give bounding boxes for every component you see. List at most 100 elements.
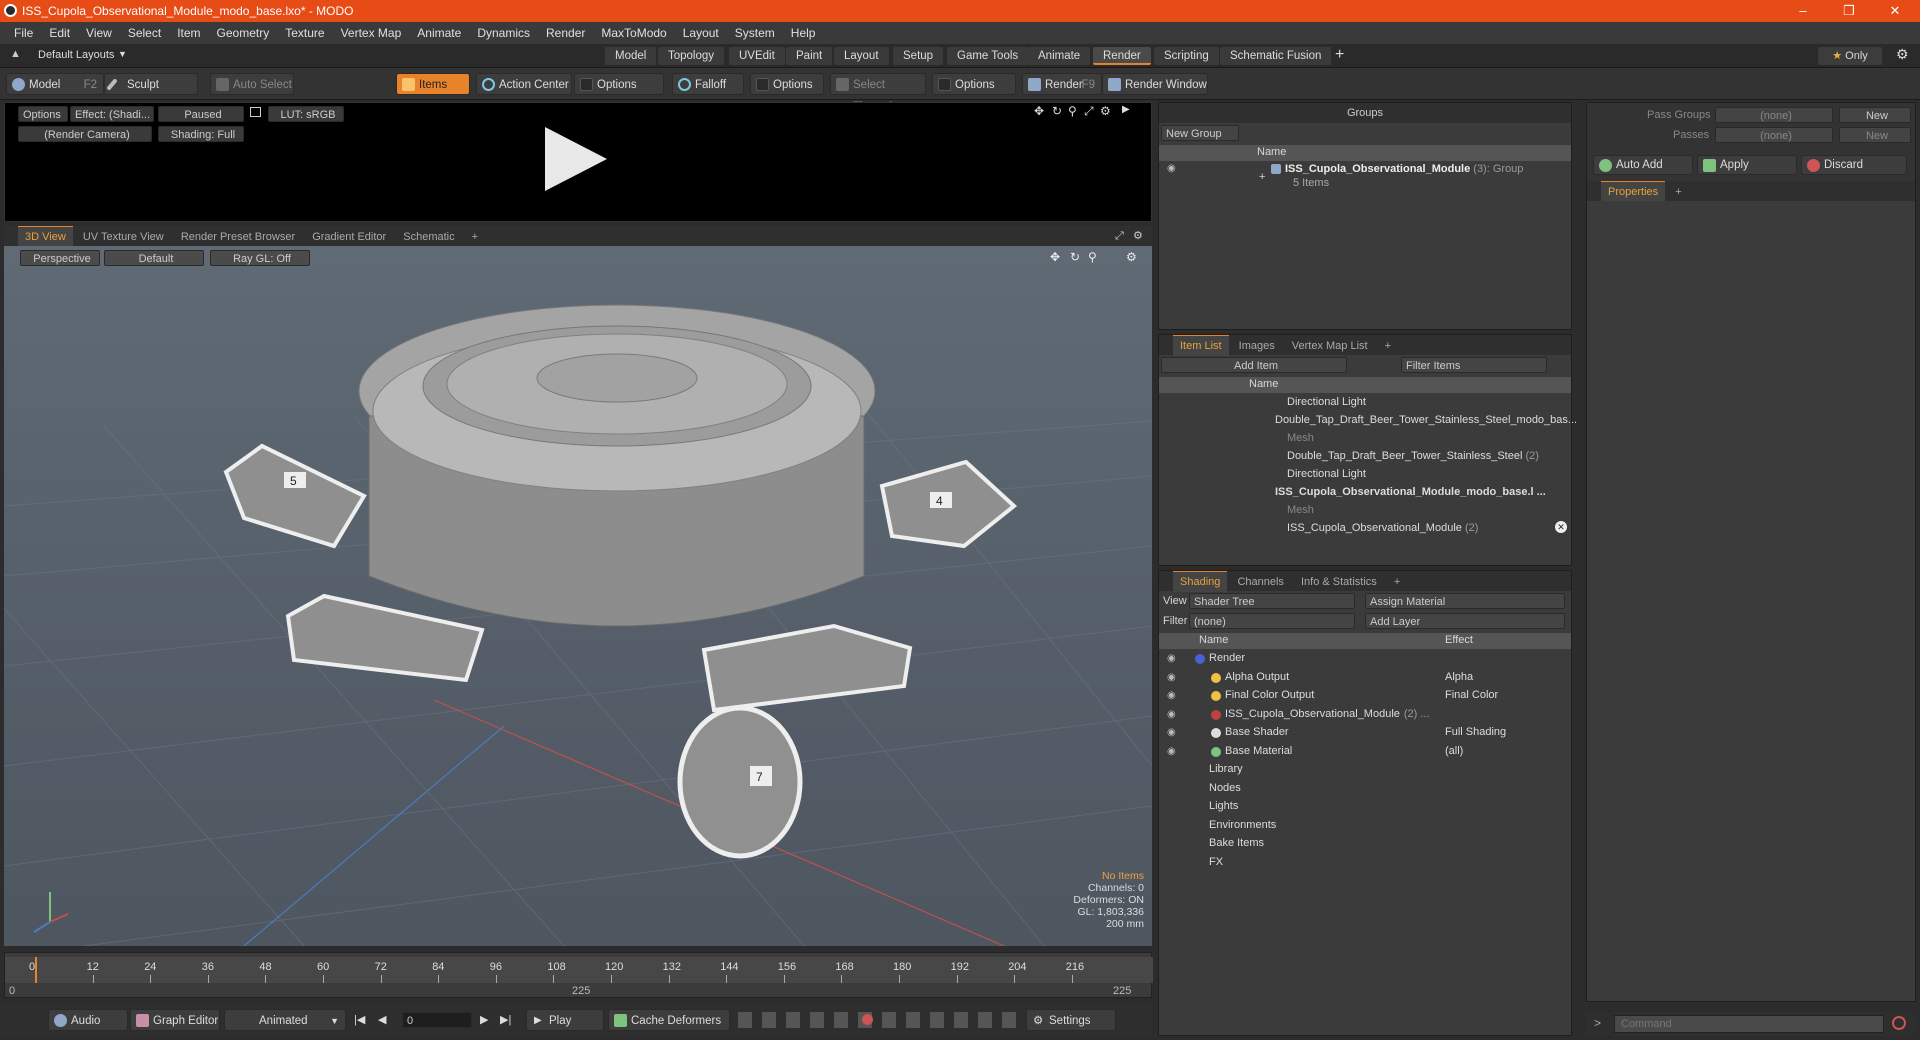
frame-input[interactable]: 0 [402,1012,472,1028]
ray-gl-dropdown[interactable]: Ray GL: Off [210,250,310,266]
list-item[interactable]: Double_Tap_Draft_Beer_Tower_Stainless_St… [1275,413,1577,428]
menu-layout[interactable]: Layout [675,26,727,40]
tab-vertex-map-list[interactable]: Vertex Map List [1285,336,1375,356]
shader-tree-row[interactable]: Final Color Output [1225,688,1314,703]
tab-images[interactable]: Images [1232,336,1282,356]
add-layer-dropdown[interactable]: Add Layer [1365,613,1565,629]
remove-item-icon[interactable]: ✕ [1555,521,1567,533]
gear-icon[interactable]: ⚙ [1896,46,1909,63]
viewport-pan-icon[interactable]: ✥ [1050,250,1060,264]
tab-info-statistics[interactable]: Info & Statistics [1294,572,1384,592]
visibility-eye-icon[interactable]: ◉ [1167,727,1176,738]
shader-tree-row[interactable]: Base Shader [1225,725,1289,740]
options-button-1[interactable]: Options [574,73,664,95]
tab-render-preset-browser[interactable]: Render Preset Browser [174,227,302,247]
visibility-eye-icon[interactable]: ◉ [1167,690,1176,701]
preview-effect-dropdown[interactable]: Effect: (Shadi... [70,106,154,122]
auto-select-button[interactable]: Auto Select [210,73,294,95]
settings-button[interactable]: ⚙ Settings [1026,1009,1116,1031]
shader-tree-row[interactable]: Alpha Output [1225,670,1289,685]
tab-schematic-fusion[interactable]: Schematic Fusion [1220,47,1332,65]
restore-icon[interactable]: ❐ [1826,0,1872,22]
graph-editor-button[interactable]: Graph Editor [130,1009,220,1031]
tab-item-list[interactable]: Item List [1173,335,1229,356]
preview-options-button[interactable]: Options [18,106,68,122]
new-pass-button[interactable]: New [1839,127,1911,143]
visibility-eye-icon[interactable]: ◉ [1167,746,1176,757]
list-item[interactable]: ISS_Cupola_Observational_Module (2) [1287,521,1478,536]
visibility-eye-icon[interactable]: ◉ [1167,672,1176,683]
shader-tree-row[interactable]: Environments [1209,818,1276,833]
shader-tree-row[interactable]: Render [1209,651,1245,666]
first-frame-icon[interactable]: |◀ [354,1013,365,1026]
lut-dropdown[interactable]: LUT: sRGB [268,106,344,122]
shader-tree-row[interactable]: Nodes [1209,781,1241,796]
tab-channels[interactable]: Channels [1230,572,1290,592]
menu-vertex-map[interactable]: Vertex Map [333,26,410,40]
preview-arrow-icon[interactable]: ▶ [1122,104,1130,115]
visibility-eye-icon[interactable]: ◉ [1167,653,1176,664]
filter-items-input[interactable]: Filter Items [1401,357,1547,373]
add-list-tab-icon[interactable]: + [1378,336,1398,356]
preview-paused-button[interactable]: Paused [158,106,244,122]
menu-select[interactable]: Select [120,26,169,40]
close-icon[interactable]: ✕ [1872,0,1918,22]
menu-view[interactable]: View [78,26,120,40]
default-dropdown[interactable]: Default [104,250,204,266]
add-item-dropdown[interactable]: Add Item [1161,357,1347,373]
tab-game-tools[interactable]: Game Tools [947,47,1029,65]
add-tab-icon[interactable]: + [1335,46,1344,64]
tab-setup[interactable]: Setup [893,47,944,65]
layout-up-icon[interactable]: ▲ [10,48,21,60]
render-camera-dropdown[interactable]: (Render Camera) [18,126,152,142]
view-gear-icon[interactable]: ⚙ [1126,226,1150,246]
apply-button[interactable]: Apply [1697,155,1797,175]
prev-frame-icon[interactable]: ◀ [378,1013,386,1026]
tab-topology[interactable]: Topology [658,47,725,65]
list-item[interactable]: Mesh [1287,503,1314,518]
sculpt-button[interactable]: Sculpt [104,73,198,95]
menu-edit[interactable]: Edit [41,26,78,40]
list-item[interactable]: Double_Tap_Draft_Beer_Tower_Stainless_St… [1287,449,1539,464]
visibility-eye-icon[interactable]: ◉ [1167,709,1176,720]
viewport-zoom-icon[interactable]: ⚲ [1088,250,1097,264]
tab-properties[interactable]: Properties [1601,181,1666,202]
audio-button[interactable]: Audio [48,1009,128,1031]
render-button[interactable]: Render F9 [1022,73,1102,95]
tab-shading[interactable]: Shading [1173,571,1228,592]
new-pass-group-button[interactable]: New [1839,107,1911,123]
shader-row-effect[interactable]: Full Shading [1445,725,1506,740]
shader-tree-row[interactable]: FX [1209,855,1223,870]
add-properties-tab-icon[interactable]: + [1668,182,1688,202]
key-tools-icons[interactable] [738,1012,1028,1028]
tab-uvedit[interactable]: UVEdit [729,47,785,65]
options-button-2[interactable]: Options [750,73,824,95]
options-button-3[interactable]: Options [932,73,1016,95]
next-frame-icon[interactable]: ▶ [480,1013,488,1026]
assign-material-dropdown[interactable]: Assign Material [1365,593,1565,609]
menu-dynamics[interactable]: Dynamics [469,26,538,40]
preview-gear-icon[interactable]: ⚙ [1100,104,1111,118]
animated-dropdown[interactable]: Animated ▼ [224,1009,346,1031]
filter-dropdown[interactable]: (none) [1189,613,1355,629]
preview-pan-icon[interactable]: ✥ [1034,104,1044,118]
play-preview-icon[interactable] [545,127,607,191]
group-expand-icon[interactable]: + [1259,171,1265,183]
tab-3d-view[interactable]: 3D View [18,226,73,247]
shader-tree-row[interactable]: Base Material [1225,744,1292,759]
tab-schematic[interactable]: Schematic [396,227,461,247]
play-button[interactable]: ▶ Play [526,1009,604,1031]
command-input[interactable] [1614,1015,1884,1033]
new-group-button[interactable]: New Group [1161,125,1239,141]
menu-system[interactable]: System [727,26,783,40]
groups-eye-icon[interactable]: ◉ [1167,163,1176,174]
shader-row-effect[interactable]: Final Color [1445,688,1498,703]
group-item-name[interactable]: ISS_Cupola_Observational_Module (3): Gro… [1285,163,1523,175]
command-stop-icon[interactable] [1892,1016,1906,1030]
menu-file[interactable]: File [6,26,41,40]
timeline-playhead[interactable] [35,957,37,983]
pass-groups-dropdown[interactable]: (none) [1715,107,1833,123]
list-item[interactable]: Directional Light [1287,395,1366,410]
discard-button[interactable]: Discard [1801,155,1907,175]
preview-zoom-icon[interactable]: ⚲ [1068,104,1077,118]
